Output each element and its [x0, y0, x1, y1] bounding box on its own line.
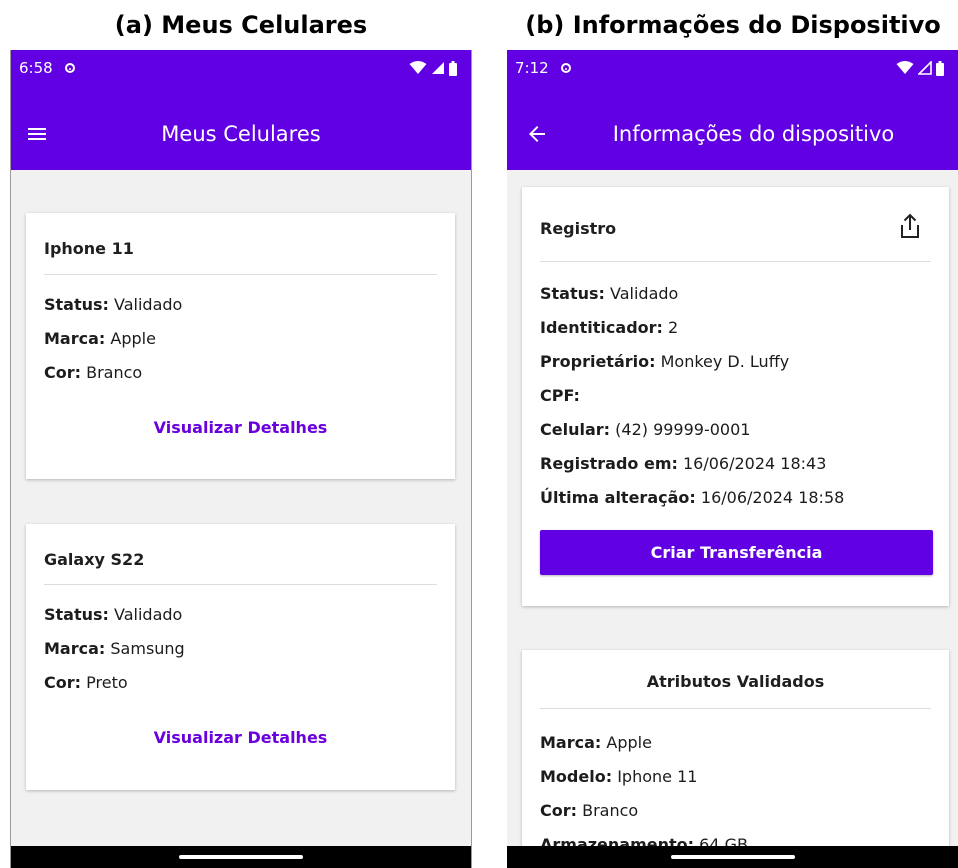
atributos-card: Atributos Validados Marca: Apple Modelo:… — [522, 650, 949, 868]
create-transfer-button[interactable]: Criar Transferência — [540, 530, 933, 575]
field-cor: Cor: Branco — [540, 801, 639, 820]
system-nav-bar — [11, 846, 471, 868]
field-marca: Marca: Apple — [44, 329, 156, 348]
field-status: Status: Validado — [44, 295, 183, 314]
status-time: 7:12 — [515, 59, 549, 77]
registro-title: Registro — [540, 219, 617, 238]
page-title: Informações do dispositivo — [612, 122, 895, 146]
caption-b: (b) Informações do Dispositivo — [525, 11, 941, 39]
battery-icon — [936, 60, 944, 76]
device-name: Galaxy S22 — [44, 550, 145, 569]
field-cor: Cor: Preto — [44, 673, 128, 692]
device-card: Iphone 11 Status: Validado Marca: Apple … — [26, 213, 455, 479]
screen-informacoes-dispositivo: 7:12 Informações do dispositivo Registro… — [507, 50, 958, 868]
card-divider — [540, 708, 931, 709]
notification-icon — [64, 63, 75, 73]
status-time: 6:58 — [19, 59, 53, 77]
device-card: Galaxy S22 Status: Validado Marca: Samsu… — [26, 524, 455, 790]
registro-card: Registro Status: Validado Identiticador:… — [522, 187, 949, 606]
system-nav-bar — [507, 846, 958, 868]
caption-a: (a) Meus Celulares — [114, 11, 368, 39]
card-divider — [44, 274, 437, 275]
notification-icon — [560, 63, 571, 73]
screen-meus-celulares: 6:58 Meus Celulares Iphone 11 Status: Va… — [10, 50, 472, 868]
field-status: Status: Validado — [44, 605, 183, 624]
device-name: Iphone 11 — [44, 239, 134, 258]
page-title: Meus Celulares — [161, 122, 321, 146]
toolbar: Informações do dispositivo — [507, 106, 958, 162]
wifi-icon — [409, 61, 427, 74]
field-marca: Marca: Apple — [540, 733, 652, 752]
share-icon[interactable] — [899, 213, 921, 239]
field-ultima-alteracao: Última alteração: 16/06/2024 18:58 — [540, 488, 845, 507]
view-details-button[interactable]: Visualizar Detalhes — [26, 728, 455, 747]
card-divider — [540, 261, 931, 262]
home-gesture-handle[interactable] — [670, 855, 795, 859]
status-bar: 6:58 — [11, 50, 471, 86]
field-registrado-em: Registrado em: 16/06/2024 18:43 — [540, 454, 827, 473]
field-proprietario: Proprietário: Monkey D. Luffy — [540, 352, 790, 371]
field-status: Status: Validado — [540, 284, 679, 303]
field-marca: Marca: Samsung — [44, 639, 185, 658]
status-bar: 7:12 — [507, 50, 958, 86]
view-details-button[interactable]: Visualizar Detalhes — [26, 418, 455, 437]
field-identificador: Identiticador: 2 — [540, 318, 679, 337]
signal-icon — [432, 62, 444, 74]
field-cor: Cor: Branco — [44, 363, 143, 382]
signal-icon — [918, 61, 932, 75]
home-gesture-handle[interactable] — [179, 855, 303, 859]
atributos-title: Atributos Validados — [646, 672, 825, 691]
toolbar: Meus Celulares — [11, 106, 471, 162]
field-cpf: CPF: — [540, 386, 580, 405]
wifi-icon — [896, 61, 914, 74]
app-bar: 6:58 Meus Celulares — [11, 50, 471, 170]
battery-icon — [449, 60, 457, 76]
app-bar: 7:12 Informações do dispositivo — [507, 50, 958, 170]
card-divider — [44, 584, 437, 585]
field-celular: Celular: (42) 99999-0001 — [540, 420, 751, 439]
back-arrow-icon[interactable] — [525, 122, 549, 146]
field-modelo: Modelo: Iphone 11 — [540, 767, 698, 786]
